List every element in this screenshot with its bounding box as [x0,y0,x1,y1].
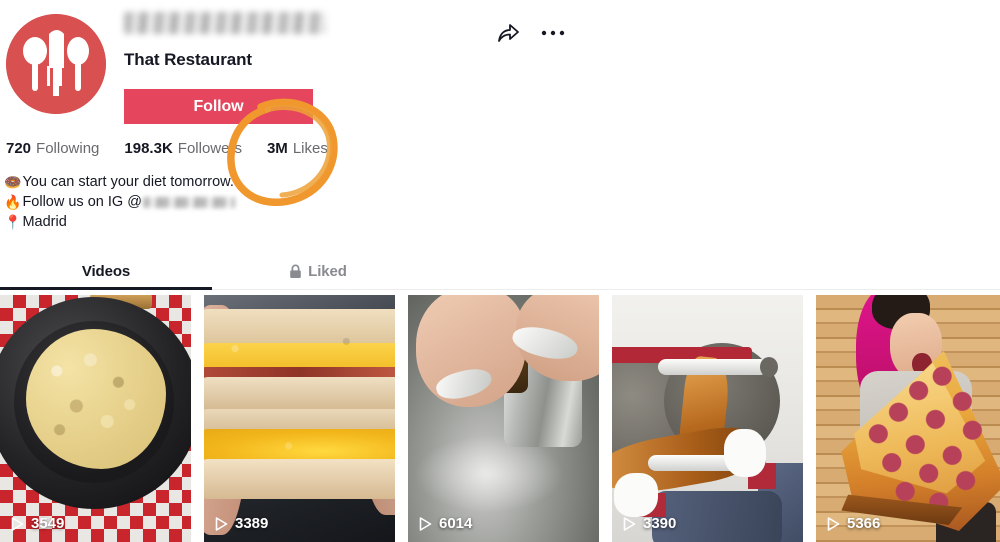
view-count-value: 3390 [643,515,677,532]
donut-icon: 🍩 [4,174,22,190]
bio-text-1: You can start your diet tomorrow. [22,174,234,190]
tab-videos[interactable]: Videos [0,256,212,286]
view-count: 5366 [827,515,880,532]
followers-count: 198.3K [124,140,173,157]
video-thumbnail[interactable]: 3390 [612,295,803,542]
stat-followers[interactable]: 198.3K Followers [124,140,242,157]
play-icon [623,516,636,531]
play-icon [215,516,228,531]
avatar[interactable] [6,14,106,114]
tab-liked[interactable]: Liked [212,256,424,286]
profile-stats: 720 Following 198.3K Followers 3M Likes [6,140,328,157]
fire-icon: 🔥 [4,194,22,210]
video-thumbnail[interactable]: 6014 [408,295,599,542]
profile-identity: That Restaurant [124,12,544,70]
stat-following[interactable]: 720 Following [6,140,99,157]
followers-label: Followers [177,140,242,157]
view-count: 6014 [419,515,472,532]
location-pin-icon: 📍 [4,214,22,230]
following-label: Following [36,140,100,157]
thumbnail-art-mac-and-cheese [0,295,191,542]
username-redacted [124,12,326,34]
active-tab-underline [0,287,212,290]
bio-location: Madrid [22,214,67,230]
video-thumbnail[interactable]: 3549 [0,295,191,542]
view-count-value: 6014 [439,515,473,532]
bio-text-2: Follow us on IG @ [22,194,142,210]
share-button[interactable] [495,20,521,46]
view-count: 3549 [11,515,64,532]
view-count-value: 5366 [847,515,881,532]
profile-tabs: Videos Liked [0,256,1000,292]
following-count: 720 [6,140,32,157]
thumbnail-art-metal-container [408,295,599,542]
bio-line-2: 🔥 Follow us on IG @ [4,192,235,212]
view-count: 3390 [623,515,676,532]
view-count-value: 3549 [31,515,65,532]
header-actions [495,20,566,46]
profile-header: That Restaurant Follow 720 Following 198… [0,0,1000,246]
tiktok-profile-page: That Restaurant Follow 720 Following 198… [0,0,1000,542]
likes-count: 3M [266,140,288,157]
bio-line-1: 🍩 You can start your diet tomorrow. [4,172,235,192]
play-icon [827,516,840,531]
follow-button[interactable]: Follow [124,89,313,124]
cutlery-logo-icon [6,14,106,114]
video-thumbnail[interactable]: 5366 [816,295,1000,542]
view-count: 3389 [215,515,268,532]
instagram-handle-redacted [142,196,235,208]
more-dots-icon [541,30,565,36]
bio-line-3: 📍 Madrid [4,212,235,232]
stat-likes[interactable]: 3M Likes [267,140,328,157]
tab-liked-label: Liked [308,262,347,280]
display-name: That Restaurant [124,50,252,69]
thumbnail-art-breakfast-sandwich [204,295,395,542]
play-icon [419,516,432,531]
play-icon [11,516,24,531]
video-thumbnail[interactable]: 3389 [204,295,395,542]
tab-videos-label: Videos [81,262,131,280]
likes-label: Likes [292,140,328,157]
video-grid: 3549 3389 6014 3390 5366 [0,295,1000,542]
thumbnail-art-giant-pizza [816,295,1000,542]
thumbnail-art-caramel-pulling [612,295,803,542]
view-count-value: 3389 [235,515,269,532]
more-options-button[interactable] [540,28,566,38]
share-arrow-icon [498,24,519,42]
profile-bio: 🍩 You can start your diet tomorrow. 🔥 Fo… [4,172,235,232]
lock-icon [290,264,301,278]
